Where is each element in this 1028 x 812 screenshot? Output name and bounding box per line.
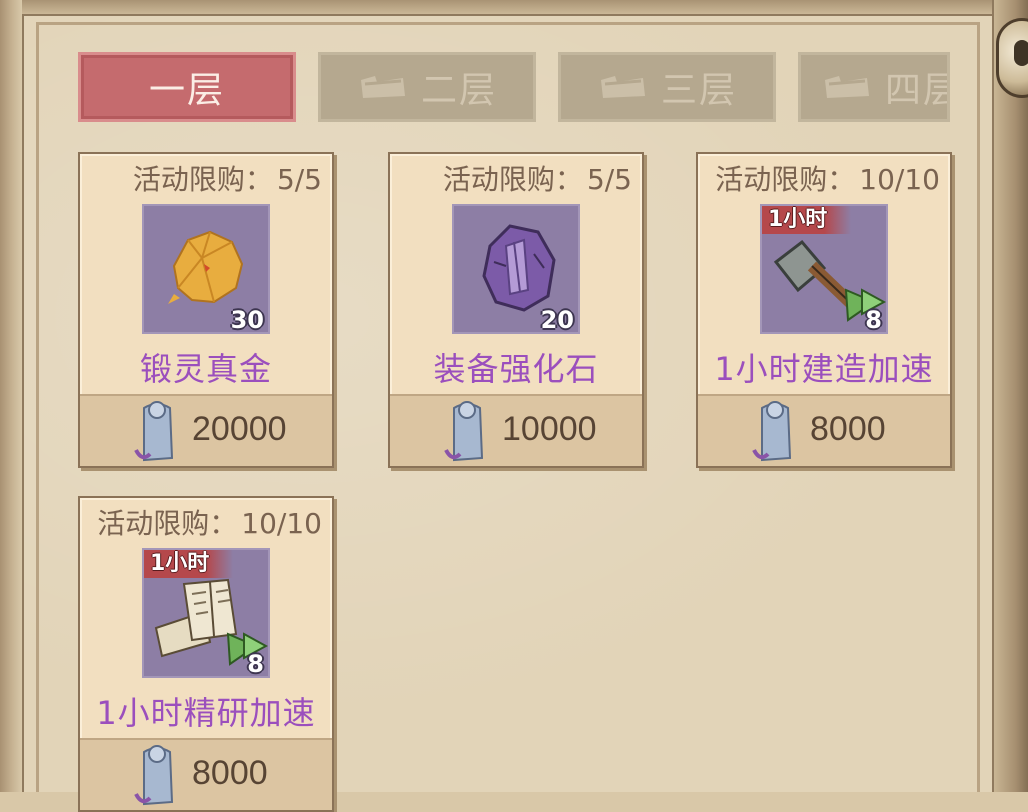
item-name: 1小时建造加速 [714,350,934,388]
buy-button[interactable]: 8000 [80,738,332,810]
jade-token-icon [444,401,484,462]
shop-item-card[interactable]: 活动限购： 5/5 20 装备强化石 10000 [388,152,644,468]
item-icon-frame: 1小时 8 [760,204,888,334]
tab-floor-2[interactable]: 二层 [318,52,536,122]
duration-tag: 1小时 [762,206,852,234]
purchase-limit: 活动限购： 10/10 [715,163,940,196]
lock-scroll-icon [821,72,873,102]
item-name: 锻灵真金 [139,350,272,388]
close-icon [1014,40,1028,66]
tab-label: 三层 [660,70,737,111]
item-quantity: 30 [230,306,264,334]
item-quantity: 20 [540,306,574,334]
jade-token-icon [752,401,792,462]
shop-item-card[interactable]: 活动限购： 5/5 30 锻灵真金 20000 [78,152,334,468]
tab-floor-3[interactable]: 三层 [558,52,776,122]
shop-item-card[interactable]: 活动限购： 10/10 1小时 8 1小时精研加速 8000 [78,496,334,812]
item-icon-frame: 20 [452,204,580,334]
item-quantity: 8 [865,306,882,334]
jade-token-icon [134,745,174,806]
buy-button[interactable]: 20000 [80,394,332,466]
item-price: 10000 [502,410,597,448]
panel-right-border [992,0,1028,792]
item-price: 8000 [810,410,886,448]
item-icon-frame: 30 [142,204,270,334]
tab-floor-1[interactable]: 一层 [78,52,296,122]
purchase-limit: 活动限购： 10/10 [97,507,322,540]
tab-floor-4[interactable]: 四层 [798,52,950,122]
duration-tag: 1小时 [144,550,234,578]
panel-left-border [0,0,24,792]
purchase-limit: 活动限购： 5/5 [132,163,322,196]
panel-top-border [22,0,1002,16]
item-price: 20000 [192,410,287,448]
tab-label: 四层 [885,70,947,111]
item-name: 1小时精研加速 [96,694,316,732]
lock-scroll-icon [357,72,409,102]
item-price: 8000 [192,754,268,792]
item-icon-frame: 1小时 8 [142,548,270,678]
shop-item-card[interactable]: 活动限购： 10/10 1小时 8 1小时建造加速 8000 [696,152,952,468]
buy-button[interactable]: 8000 [698,394,950,466]
lock-scroll-icon [597,72,649,102]
item-quantity: 8 [247,650,264,678]
jade-token-icon [134,401,174,462]
item-name: 装备强化石 [433,350,599,388]
tab-label: 一层 [148,70,225,111]
buy-button[interactable]: 10000 [390,394,642,466]
tab-label: 二层 [420,70,497,111]
purchase-limit: 活动限购： 5/5 [442,163,632,196]
